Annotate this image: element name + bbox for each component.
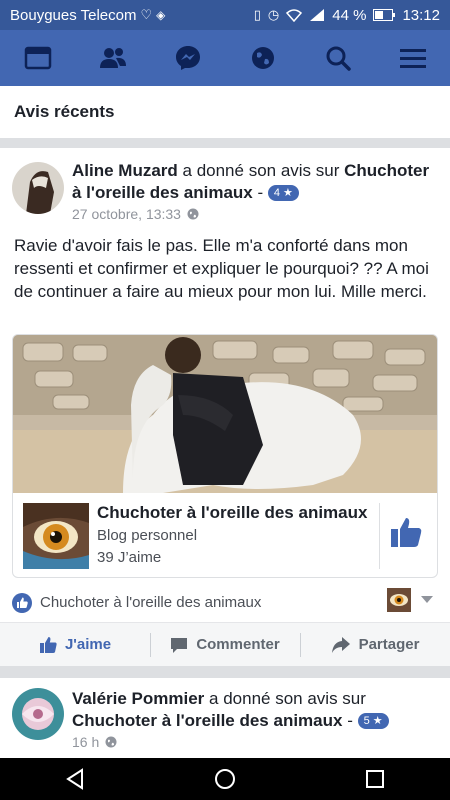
wifi-icon xyxy=(286,9,303,22)
heart-icon: ♡ xyxy=(140,7,153,22)
clock: 13:12 xyxy=(402,6,440,24)
like-page-button[interactable] xyxy=(389,515,429,555)
divider xyxy=(379,503,380,569)
author-name[interactable]: Aline Muzard xyxy=(72,161,178,180)
separator-text: - xyxy=(257,183,268,202)
alarm-icon: ◷ xyxy=(267,7,280,22)
review-post: Aline Muzard a donné son avis sur Chucho… xyxy=(0,148,450,666)
post-action-text: a donné son avis sur xyxy=(177,161,345,180)
attribution-row: Chuchoter à l'oreille des animaux xyxy=(0,588,450,618)
post-timestamp[interactable]: 16 h xyxy=(72,734,99,750)
thumbs-up-icon xyxy=(391,518,422,547)
top-nav-bar xyxy=(0,30,450,86)
shield-icon: ◈ xyxy=(156,8,166,22)
thumbs-up-icon xyxy=(39,636,57,653)
news-feed-tab[interactable] xyxy=(13,36,63,80)
menu-tab[interactable] xyxy=(388,36,438,80)
back-icon[interactable] xyxy=(64,768,86,790)
search-tab[interactable] xyxy=(313,36,363,80)
news-feed-icon xyxy=(24,46,51,70)
comment-label: Commenter xyxy=(196,636,280,653)
vibrate-icon: ▯ xyxy=(253,7,261,22)
card-info: Chuchoter à l'oreille des animaux Blog p… xyxy=(13,493,437,577)
card-category: Blog personnel xyxy=(97,527,198,544)
separator-text: - xyxy=(347,711,358,730)
like-button[interactable]: J'aime xyxy=(0,623,150,666)
post-timestamp[interactable]: 27 octobre, 13:33 xyxy=(72,206,181,222)
friends-icon xyxy=(99,48,126,68)
signal-icon xyxy=(310,9,325,21)
comment-icon xyxy=(171,637,188,653)
page-thumbnail[interactable] xyxy=(23,503,89,569)
card-title[interactable]: Chuchoter à l'oreille des animaux xyxy=(97,503,367,523)
notifications-tab[interactable] xyxy=(238,36,288,80)
rating-badge: 4 ★ xyxy=(267,185,299,201)
system-nav-bar xyxy=(0,758,450,800)
menu-icon xyxy=(399,49,426,68)
post-meta: 27 octobre, 13:33 xyxy=(72,206,199,222)
recents-icon[interactable] xyxy=(364,768,386,790)
home-icon[interactable] xyxy=(214,768,236,790)
post-header: Valérie Pommier a donné son avis sur Chu… xyxy=(72,688,442,732)
globe-icon xyxy=(251,47,274,69)
author-name[interactable]: Valérie Pommier xyxy=(72,689,204,708)
avatar[interactable] xyxy=(12,688,64,740)
messenger-icon xyxy=(175,46,200,70)
battery-icon xyxy=(373,9,396,21)
friends-tab[interactable] xyxy=(88,36,138,80)
page-link[interactable]: Chuchoter à l'oreille des animaux xyxy=(72,711,342,730)
avatar[interactable] xyxy=(12,162,64,214)
attribution-page-name[interactable]: Chuchoter à l'oreille des animaux xyxy=(40,594,261,611)
post-action-text: a donné son avis sur xyxy=(204,689,366,708)
chevron-down-icon[interactable] xyxy=(421,596,433,604)
card-like-count: 39 J’aime xyxy=(97,549,162,566)
status-bar: Bouygues Telecom ♡ ◈ ▯ ◷ 44 % 13:12 xyxy=(0,0,450,30)
messenger-tab[interactable] xyxy=(163,36,213,80)
post-header: Aline Muzard a donné son avis sur Chucho… xyxy=(72,160,442,204)
carrier-name: Bouygues Telecom xyxy=(10,6,137,24)
like-label: J'aime xyxy=(64,636,112,653)
post-meta: 16 h xyxy=(72,734,117,750)
divider xyxy=(0,138,450,148)
battery-level: 44 % xyxy=(332,6,367,24)
search-icon xyxy=(326,46,351,71)
page-avatar-small[interactable] xyxy=(387,588,411,612)
page-card[interactable]: Chuchoter à l'oreille des animaux Blog p… xyxy=(12,334,438,578)
card-photo[interactable] xyxy=(13,335,437,493)
comment-button[interactable]: Commenter xyxy=(150,623,300,666)
review-post: Valérie Pommier a donné son avis sur Chu… xyxy=(0,678,450,758)
post-actions: J'aime Commenter Partager xyxy=(0,622,450,666)
post-text: Ravie d'avoir fais le pas. Elle m'a conf… xyxy=(14,236,429,301)
rating-badge: 5 ★ xyxy=(357,713,389,729)
globe-icon xyxy=(187,208,199,220)
section-title: Avis récents xyxy=(0,86,450,138)
share-icon xyxy=(331,636,350,653)
share-label: Partager xyxy=(358,636,420,653)
divider xyxy=(0,666,450,678)
thumbs-up-icon xyxy=(12,593,32,613)
share-button[interactable]: Partager xyxy=(300,623,450,666)
globe-icon xyxy=(105,736,117,748)
